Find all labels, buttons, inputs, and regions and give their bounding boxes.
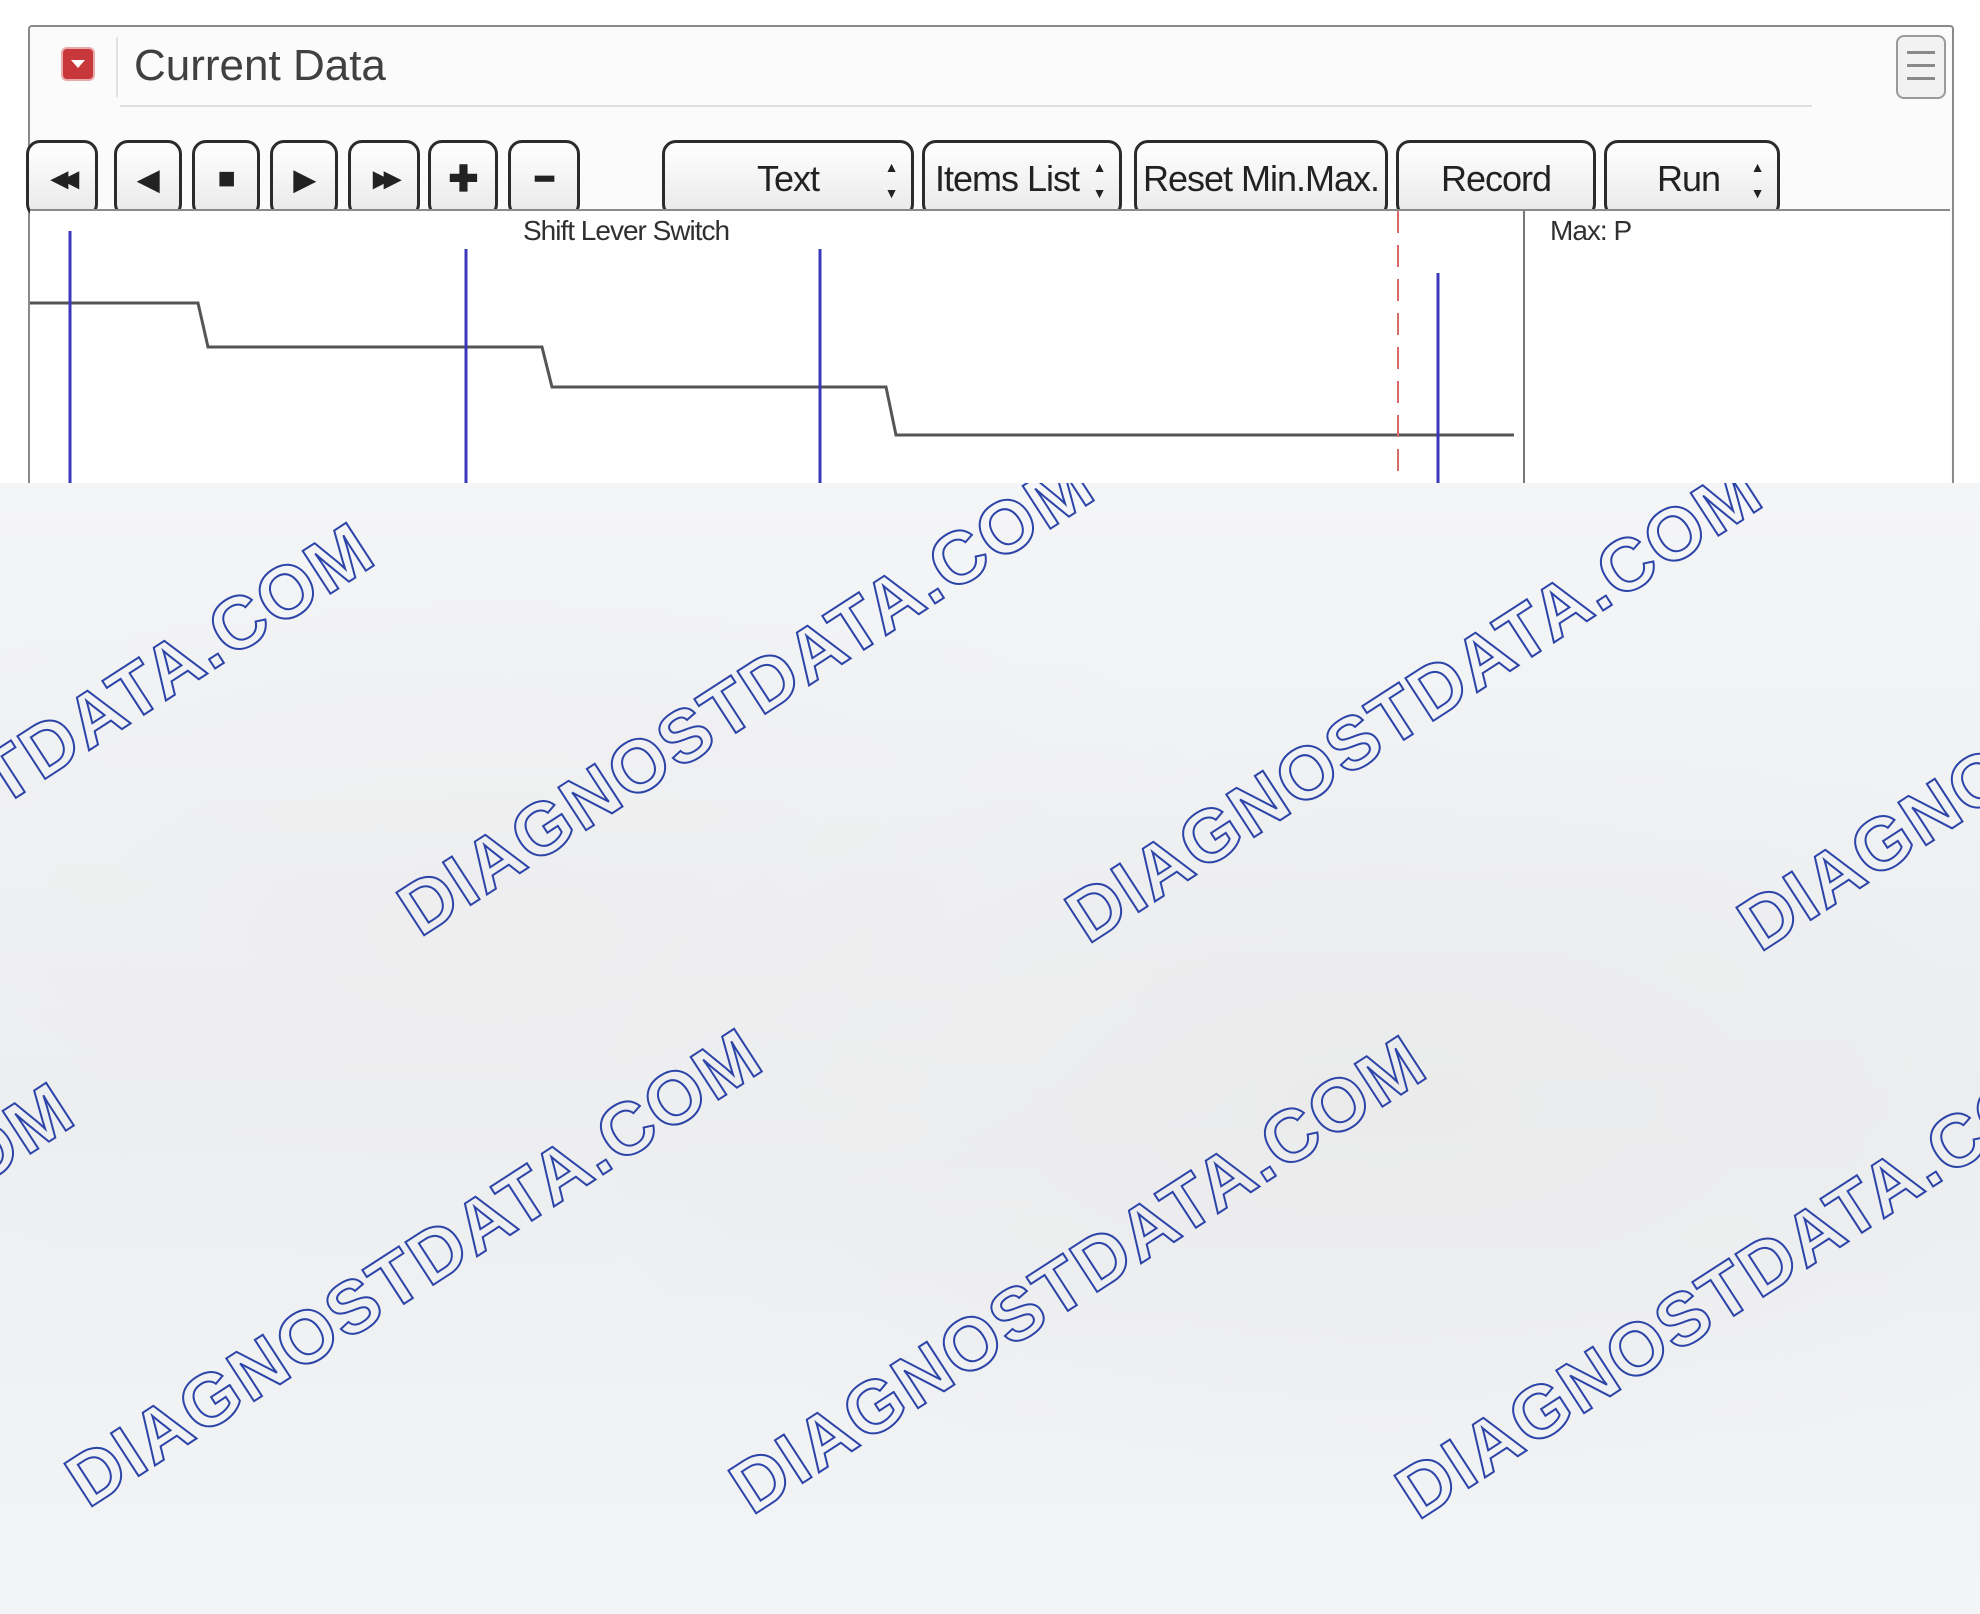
- step-back-button[interactable]: ◀: [114, 140, 182, 218]
- plus-icon: ✚: [448, 158, 478, 199]
- view-select-value: Text: [757, 158, 820, 199]
- reset-min-max-label: Reset Min.Max.: [1142, 158, 1380, 199]
- collapse-icon[interactable]: [63, 49, 93, 79]
- record-button[interactable]: Record: [1396, 140, 1596, 218]
- watermark-text: DIAGNOSTDATA.COM: [1724, 483, 1980, 966]
- watermark-area: DIAGNOSTDATA.COM DIAGNOSTDATA.COM DIAGNO…: [0, 483, 1980, 1614]
- run-select-value: Run: [1657, 158, 1721, 199]
- select-arrows-icon: ▲ ▼: [1750, 159, 1765, 201]
- menu-icon[interactable]: [1896, 35, 1946, 99]
- items-list-select[interactable]: Items List ▲ ▼: [922, 140, 1122, 218]
- stop-button[interactable]: ■: [192, 140, 260, 218]
- minus-icon: ━: [535, 162, 553, 196]
- watermark-text: DIAGNOSTDATA.COM: [0, 1065, 88, 1576]
- graph-title: Shift Lever Switch: [523, 215, 730, 246]
- watermark-text: DIAGNOSTDATA.COM: [1382, 1023, 1980, 1534]
- title-divider: [116, 37, 118, 97]
- stop-icon: ■: [217, 162, 235, 195]
- run-select[interactable]: Run ▲ ▼: [1604, 140, 1780, 218]
- rewind-icon: ◀◀: [51, 166, 79, 191]
- fast-forward-icon: ▶▶: [373, 166, 401, 191]
- rewind-button[interactable]: ◀◀: [26, 140, 98, 218]
- zoom-out-button[interactable]: ━: [508, 140, 580, 218]
- screenshot-region: Current Data ◀◀ ◀ ■ ▶ ▶▶ ✚ ━ Text ▲ ▼ It…: [0, 0, 1980, 483]
- watermark-text: DIAGNOSTDATA.COM: [716, 1018, 1441, 1529]
- graph-panel: Shift Lever Switch Max: P: [30, 209, 1950, 483]
- window-title: Current Data: [134, 41, 386, 90]
- select-arrows-icon: ▲ ▼: [884, 159, 899, 201]
- toolbar: ◀◀ ◀ ■ ▶ ▶▶ ✚ ━ Text ▲ ▼ Items List ▲ ▼ …: [26, 112, 1952, 222]
- record-label: Record: [1440, 158, 1552, 199]
- view-select[interactable]: Text ▲ ▼: [662, 140, 914, 218]
- play-button[interactable]: ▶: [270, 140, 338, 218]
- reset-min-max-button[interactable]: Reset Min.Max.: [1134, 140, 1388, 218]
- select-arrows-icon: ▲ ▼: [1092, 159, 1107, 201]
- step-back-icon: ◀: [137, 163, 160, 195]
- watermark-layer: DIAGNOSTDATA.COM DIAGNOSTDATA.COM DIAGNO…: [0, 483, 1980, 1577]
- watermark-text: DIAGNOSTDATA.COM: [0, 505, 388, 1016]
- watermark-text: DIAGNOSTDATA.COM: [1052, 483, 1777, 958]
- play-icon: ▶: [293, 163, 316, 195]
- title-underline: [120, 105, 1812, 107]
- current-data-window: Current Data ◀◀ ◀ ■ ▶ ▶▶ ✚ ━ Text ▲ ▼ It…: [26, 25, 1954, 483]
- watermark-text: DIAGNOSTDATA.COM: [52, 1011, 777, 1522]
- graph-canvas: [30, 211, 1525, 483]
- max-label: Max: P: [1550, 215, 1632, 246]
- watermark-text: DIAGNOSTDATA.COM: [384, 483, 1109, 951]
- zoom-in-button[interactable]: ✚: [428, 140, 498, 218]
- title-bar: Current Data: [30, 27, 1952, 107]
- items-list-select-value: Items List: [935, 158, 1080, 199]
- fast-forward-button[interactable]: ▶▶: [348, 140, 420, 218]
- shift-lever-trace: [30, 301, 1514, 437]
